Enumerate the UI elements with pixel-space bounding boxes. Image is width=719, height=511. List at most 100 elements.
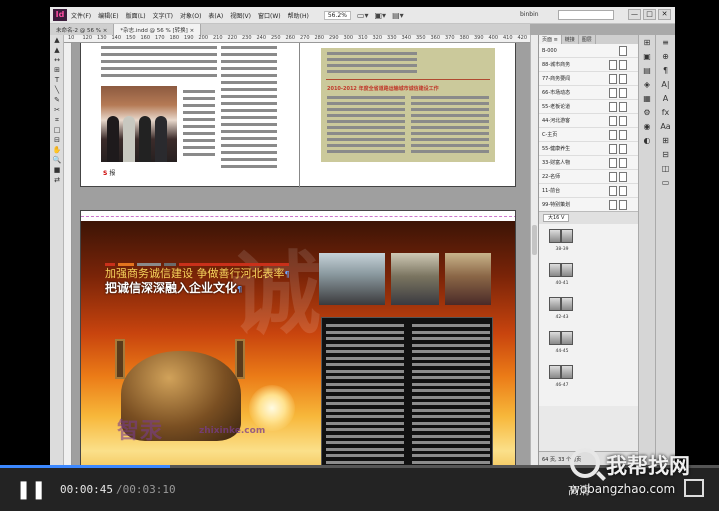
master-item[interactable]: C-主页	[539, 128, 638, 142]
page-size-dropdown[interactable]: 大16 V	[543, 214, 570, 222]
spread-thumbnail[interactable]: 42-43	[549, 296, 575, 320]
master-item[interactable]: B-000	[539, 44, 638, 58]
gradient-icon[interactable]: ◐	[640, 135, 654, 147]
scrollbar-thumb[interactable]	[532, 225, 537, 255]
minimize-button[interactable]: —	[628, 9, 641, 20]
hand-tool-icon[interactable]: ✋	[51, 146, 63, 155]
master-item[interactable]: 55-健康养生	[539, 142, 638, 156]
tools-panel: ▲ ▲ ↔ ⊞ T ╲ ✎ ✂ ⌗ □ ⊟ ✋ 🔍 ■ ⇄	[50, 35, 64, 465]
menu-file[interactable]: 文件(F)	[71, 11, 91, 20]
tab-untitled[interactable]: 未命名-2 @ 56 % ×	[50, 24, 115, 35]
maximize-button[interactable]: □	[643, 9, 656, 20]
view-options-icon[interactable]: ▭▾	[357, 11, 369, 20]
tab-magazine[interactable]: *杂志.indd @ 56 % [转换] ×	[114, 24, 202, 35]
screen-mode-icon[interactable]: ▣▾	[374, 11, 386, 20]
menu-window[interactable]: 窗口(W)	[258, 11, 281, 20]
table-icon[interactable]: ⊞	[659, 135, 673, 147]
tab-pages[interactable]: 页面 ≡	[539, 35, 562, 44]
menu-object[interactable]: 对象(O)	[180, 11, 201, 20]
glyphs-icon[interactable]: Aa	[659, 121, 673, 133]
text-placeholder-line	[327, 70, 417, 73]
master-item[interactable]: 55-老板论道	[539, 100, 638, 114]
line-tool-icon[interactable]: ╲	[51, 86, 63, 95]
headline-secondary[interactable]: 把诚信深深融入企业文化¶	[105, 279, 242, 296]
stroke-icon[interactable]: ▦	[640, 93, 654, 105]
zoom-tool-icon[interactable]: 🔍	[51, 156, 63, 165]
gap-tool-icon[interactable]: ↔	[51, 56, 63, 65]
page-tool-icon[interactable]: ⊞	[51, 66, 63, 75]
fill-stroke-icon[interactable]: ■	[51, 166, 63, 175]
group-photo[interactable]	[101, 86, 177, 162]
master-item[interactable]: 22-名师	[539, 170, 638, 184]
direct-selection-tool-icon[interactable]: ▲	[51, 46, 63, 55]
menu-help[interactable]: 帮助(H)	[288, 11, 309, 20]
text-wrap-icon[interactable]: ◫	[659, 163, 673, 175]
text-placeholder-line	[221, 123, 277, 126]
links-icon[interactable]: ◈	[640, 79, 654, 91]
master-item[interactable]: 77-商务要闻	[539, 72, 638, 86]
frame-tool-icon[interactable]: ⌗	[51, 116, 63, 125]
type-tool-icon[interactable]: T	[51, 76, 63, 85]
text-placeholder-line	[183, 132, 215, 135]
menu-edit[interactable]: 编辑(E)	[98, 11, 118, 20]
paragraph-icon[interactable]: ¶	[659, 65, 673, 77]
master-item[interactable]: 44-河北游客	[539, 114, 638, 128]
object-styles-icon[interactable]: ▭	[659, 177, 673, 189]
vertical-scrollbar[interactable]	[530, 35, 538, 465]
zoom-dropdown[interactable]: 56.2%	[323, 10, 351, 20]
text-placeholder-line	[326, 324, 404, 327]
text-placeholder-line	[326, 356, 404, 360]
cell-styles-icon[interactable]: ⊟	[659, 149, 673, 161]
master-item[interactable]: 66-市场动态	[539, 86, 638, 100]
character-icon[interactable]: A	[659, 93, 673, 105]
color-icon[interactable]: ◉	[640, 121, 654, 133]
text-placeholder-line	[411, 120, 489, 123]
close-button[interactable]: ✕	[658, 9, 671, 20]
menu-view[interactable]: 视图(V)	[230, 11, 251, 20]
pause-icon[interactable]: ❚❚	[16, 479, 46, 501]
master-item[interactable]: 11-前台	[539, 184, 638, 198]
character-styles-icon[interactable]: A|	[659, 79, 673, 91]
rectangle-tool-icon[interactable]: □	[51, 126, 63, 135]
tab-layers[interactable]: 图层	[579, 35, 596, 44]
scissors-tool-icon[interactable]: ✂	[51, 106, 63, 115]
sunset-background-image[interactable]: 诚 加强商务诚信建设 争做善行河北表率¶ 把诚信深深融入企业文化¶ 智汞 zhi…	[81, 221, 515, 465]
spread-thumbnail[interactable]: 40-41	[549, 262, 575, 286]
spread-thumbnail[interactable]: 44-45	[549, 330, 575, 354]
portrait-photo-woman[interactable]	[445, 253, 491, 305]
text-placeholder-line	[183, 104, 215, 107]
menu-table[interactable]: 表(A)	[208, 11, 223, 20]
gradient-tool-icon[interactable]: ⊟	[51, 136, 63, 145]
spread-thumbnail[interactable]: 38-39	[549, 228, 575, 252]
pen-tool-icon[interactable]: ✎	[51, 96, 63, 105]
selection-tool-icon[interactable]: ▲	[51, 36, 63, 45]
arrange-documents-icon[interactable]: ▤▾	[392, 11, 404, 20]
menu-layout[interactable]: 版面(L)	[126, 11, 146, 20]
lower-spread[interactable]: 诚 加强商务诚信建设 争做善行河北表率¶ 把诚信深深融入企业文化¶ 智汞 zhi…	[80, 210, 516, 465]
tab-links[interactable]: 链接	[562, 35, 579, 44]
effects-icon[interactable]: ⚙	[640, 107, 654, 119]
layers-icon[interactable]: ▤	[640, 65, 654, 77]
article-text-frame[interactable]	[321, 317, 493, 465]
document-canvas[interactable]: S 报 2010-2012 年度全省道路运输城市诚信建设工作 诚 加强商务诚信建…	[72, 43, 530, 465]
workspace-switcher[interactable]: binbin	[520, 11, 539, 18]
pages-icon[interactable]: ▣	[640, 51, 654, 63]
swap-colors-icon[interactable]: ⇄	[51, 176, 63, 185]
spread-thumbnail[interactable]: 46-47	[549, 364, 575, 388]
text-placeholder-line	[412, 447, 490, 451]
help-search-input[interactable]	[558, 10, 614, 20]
khaki-article-box[interactable]: 2010-2012 年度全省道路运输城市诚信建设工作	[321, 48, 495, 162]
upper-spread[interactable]: S 报 2010-2012 年度全省道路运输城市诚信建设工作	[80, 43, 516, 188]
menu-type[interactable]: 文字(T)	[153, 11, 173, 20]
master-item[interactable]: 99-特别策划	[539, 198, 638, 211]
menu-icon[interactable]: ≡	[659, 37, 673, 49]
master-item[interactable]: 33-财富人物	[539, 156, 638, 170]
meeting-photo[interactable]	[319, 253, 385, 305]
ruler-tick-label: 120	[82, 35, 93, 41]
portrait-photo-man[interactable]	[391, 253, 439, 305]
text-placeholder-line	[326, 363, 404, 366]
formula-icon[interactable]: fx	[659, 107, 673, 119]
align-icon[interactable]: ⊕	[659, 51, 673, 63]
swatches-icon[interactable]: ⊞	[640, 37, 654, 49]
master-item[interactable]: 88-城市商务	[539, 58, 638, 72]
